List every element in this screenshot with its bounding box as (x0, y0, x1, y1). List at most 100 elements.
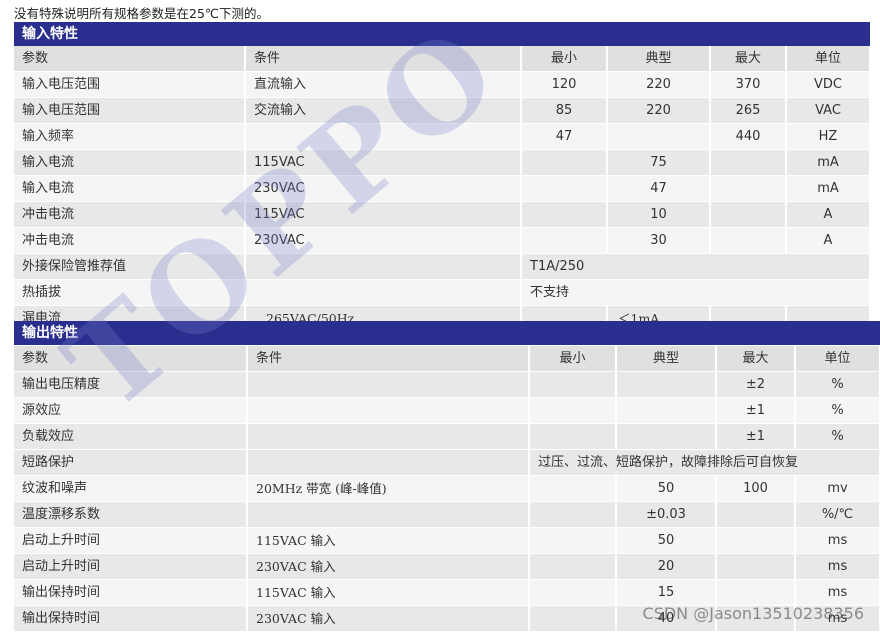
cell-min (529, 579, 617, 606)
cell-max: ±1 (716, 397, 796, 424)
cell-unit: mA (786, 175, 871, 202)
cell-max (716, 553, 796, 580)
cell-condition (247, 423, 530, 450)
cell-max: 100 (716, 475, 796, 502)
input-section-title: 输入特性 (14, 22, 870, 46)
cell-unit: % (795, 397, 880, 424)
cell-param: 输入电流 (14, 149, 246, 176)
table-row: 外接保险管推荐值 T1A/250 (14, 253, 871, 280)
header-unit: 单位 (786, 46, 871, 72)
cell-unit: HZ (786, 123, 871, 150)
table-row: 输出电压精度 ±2% (14, 371, 880, 398)
cell-typ (607, 123, 711, 150)
cell-condition (245, 123, 522, 150)
cell-min (521, 149, 608, 176)
table-row: 冲击电流 230VAC 30 A (14, 227, 871, 254)
cell-typ: ±0.03 (616, 501, 717, 528)
cell-param: 输出保持时间 (14, 579, 248, 606)
cell-max (710, 175, 787, 202)
table-row: 短路保护 过压、过流、短路保护，故障排除后可自恢复 (14, 449, 880, 476)
table-row: 源效应 ±1% (14, 397, 880, 424)
cell-min (529, 553, 617, 580)
cell-max (710, 227, 787, 254)
short-label: 短路保护 (14, 449, 248, 476)
cell-min (529, 605, 617, 632)
cell-typ: 50 (616, 475, 717, 502)
cell-min (521, 175, 608, 202)
header-typ: 典型 (607, 46, 711, 72)
cell-typ: 75 (607, 149, 711, 176)
header-condition: 条件 (245, 46, 522, 72)
table-row: 输入频率 47 440 HZ (14, 123, 871, 150)
table-header-row: 参数 条件 最小 典型 最大 单位 (14, 346, 880, 372)
input-spec-table: 参数 条件 最小 典型 最大 单位 输入电压范围 直流输入 120 220 370 VDC… (14, 46, 871, 332)
cell-unit: VDC (786, 71, 871, 98)
cell-max (710, 149, 787, 176)
output-section-title: 输出特性 (14, 321, 880, 345)
cell-min: 85 (521, 97, 608, 124)
cell-condition: 230VAC (245, 227, 522, 254)
cell-param: 冲击电流 (14, 201, 246, 228)
cell-condition: 115VAC 输入 (247, 579, 530, 606)
cell-unit: A (786, 227, 871, 254)
cell-condition: 230VAC 输入 (247, 553, 530, 580)
cell-condition (247, 501, 530, 528)
cell-condition: 115VAC (245, 201, 522, 228)
cell-min: 120 (521, 71, 608, 98)
hotplug-value: 不支持 (521, 279, 871, 306)
cell-max: 440 (710, 123, 787, 150)
short-value: 过压、过流、短路保护，故障排除后可自恢复 (529, 449, 880, 476)
cell-unit: mA (786, 149, 871, 176)
table-row: 输入电压范围 交流输入 85 220 265 VAC (14, 97, 871, 124)
cell-condition: 直流输入 (245, 71, 522, 98)
header-max: 最大 (716, 346, 796, 372)
cell-unit: %/℃ (795, 501, 880, 528)
cell-typ: 10 (607, 201, 711, 228)
cell-unit: VAC (786, 97, 871, 124)
header-param: 参数 (14, 346, 248, 372)
cell-typ (616, 423, 717, 450)
cell-typ: 47 (607, 175, 711, 202)
cell-condition: 115VAC (245, 149, 522, 176)
cell-condition: 交流输入 (245, 97, 522, 124)
fuse-value: T1A/250 (521, 253, 871, 280)
spec-note: 没有特殊说明所有规格参数是在25℃下测的。 (14, 6, 269, 21)
table-header-row: 参数 条件 最小 典型 最大 单位 (14, 46, 871, 72)
cell-param: 源效应 (14, 397, 248, 424)
cell-condition: 230VAC (245, 175, 522, 202)
header-condition: 条件 (247, 346, 530, 372)
cell-typ: 220 (607, 71, 711, 98)
table-row: 输入电压范围 直流输入 120 220 370 VDC (14, 71, 871, 98)
cell-condition (247, 371, 530, 398)
output-spec-table: 参数 条件 最小 典型 最大 单位 输出电压精度 ±2% 源效应 ±1% 负载效应 ±1%… (14, 346, 880, 632)
header-min: 最小 (529, 346, 617, 372)
cell-max (716, 579, 796, 606)
table-row: 纹波和噪声 20MHz 带宽 (峰-峰值) 50 100 mv (14, 475, 880, 502)
cell-max: ±1 (716, 423, 796, 450)
cell-param: 负载效应 (14, 423, 248, 450)
cell-min: 47 (521, 123, 608, 150)
cell-max: 265 (710, 97, 787, 124)
cell-typ (616, 371, 717, 398)
header-param: 参数 (14, 46, 246, 72)
cell-param: 输入电流 (14, 175, 246, 202)
cell-min (529, 397, 617, 424)
cell-param: 启动上升时间 (14, 553, 248, 580)
cell-param: 输出电压精度 (14, 371, 248, 398)
table-row: 启动上升时间 115VAC 输入 50 ms (14, 527, 880, 554)
cell-unit: % (795, 371, 880, 398)
cell-min (529, 501, 617, 528)
cell-unit: ms (795, 527, 880, 554)
cell-param: 纹波和噪声 (14, 475, 248, 502)
cell-condition: 20MHz 带宽 (峰-峰值) (247, 475, 530, 502)
cell-param: 输入频率 (14, 123, 246, 150)
header-unit: 单位 (795, 346, 880, 372)
cell-unit: A (786, 201, 871, 228)
cell-typ (616, 397, 717, 424)
cell-unit: ms (795, 579, 880, 606)
cell-typ: 15 (616, 579, 717, 606)
table-row: 温度漂移系数 ±0.03 %/℃ (14, 501, 880, 528)
cell-condition: 115VAC 输入 (247, 527, 530, 554)
table-row: 冲击电流 115VAC 10 A (14, 201, 871, 228)
cell-typ: 30 (607, 227, 711, 254)
